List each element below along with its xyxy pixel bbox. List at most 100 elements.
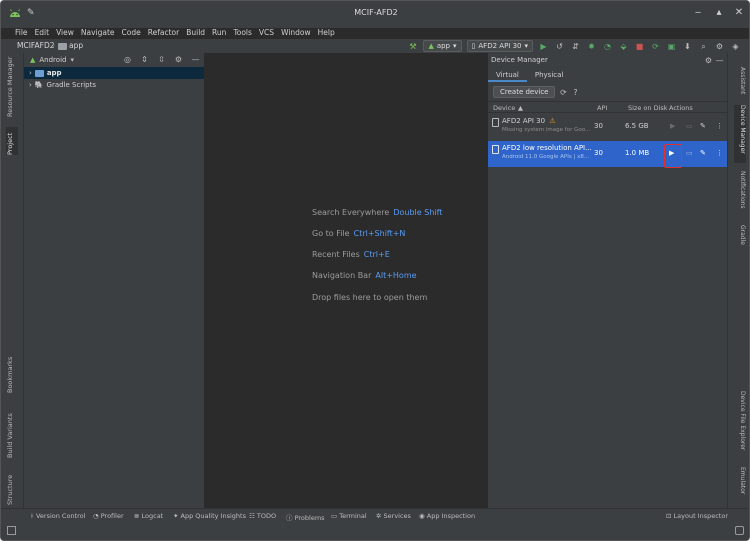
- chevron-right-icon[interactable]: ›: [29, 81, 32, 89]
- hint-text: Search Everywhere: [312, 208, 390, 217]
- device-name: AFD2 low resolution API...: [502, 144, 592, 152]
- project-view-selector[interactable]: Android: [39, 56, 66, 64]
- help-icon[interactable]: ?: [570, 87, 581, 98]
- tab-structure[interactable]: Structure: [6, 467, 18, 505]
- device-row-selected[interactable]: AFD2 low resolution API... Android 11.0 …: [488, 141, 727, 168]
- run-config-combo[interactable]: ▲ app ▾: [423, 40, 462, 52]
- expand-all-icon[interactable]: ⇕: [139, 54, 150, 65]
- edit-icon[interactable]: ✎: [700, 122, 706, 130]
- tab-logcat[interactable]: ≣ Logcat: [134, 512, 163, 520]
- more-icon[interactable]: ⋮: [716, 149, 723, 157]
- refresh-icon[interactable]: ⟳: [558, 87, 569, 98]
- folder-icon[interactable]: ▭: [686, 149, 693, 157]
- tab-problems[interactable]: ⓘ Problems: [286, 512, 325, 522]
- tab-app-inspection[interactable]: ◉ App Inspection: [419, 512, 475, 520]
- folder-icon[interactable]: ▭: [686, 122, 693, 130]
- tab-label: App Quality Insights: [180, 512, 246, 520]
- title-bar: ✎ MCIF-AFD2 ‒ ▴ ✕: [1, 1, 749, 28]
- tab-terminal[interactable]: ▭ Terminal: [331, 512, 367, 520]
- device-manager-tabs: Virtual Physical: [488, 68, 571, 82]
- locate-icon[interactable]: ◎: [122, 54, 133, 65]
- profile-icon[interactable]: ◔: [602, 41, 613, 52]
- hammer-icon[interactable]: ⚒: [407, 41, 418, 52]
- tab-physical[interactable]: Physical: [527, 68, 571, 82]
- stop-icon[interactable]: ■: [634, 41, 645, 52]
- chevron-down-icon[interactable]: ▾: [70, 56, 74, 64]
- tab-label: Layout Inspector: [673, 512, 728, 520]
- tab-label: Profiler: [100, 512, 124, 520]
- column-api[interactable]: API: [597, 104, 607, 112]
- tab-label: Services: [383, 512, 411, 520]
- gear-icon[interactable]: ⚙: [703, 55, 714, 66]
- debug-icon[interactable]: ✹: [586, 41, 597, 52]
- tab-services[interactable]: ✲ Services: [376, 512, 411, 520]
- android-studio-icon[interactable]: ◈: [730, 41, 741, 52]
- device-subtitle: Missing system image for Goo...: [502, 127, 591, 133]
- apply-code-changes-icon[interactable]: ⇵: [570, 41, 581, 52]
- tab-emulator[interactable]: Emulator: [734, 467, 746, 499]
- sdk-manager-icon[interactable]: ⬇: [682, 41, 693, 52]
- search-icon[interactable]: ⌕: [698, 41, 709, 52]
- tab-profiler[interactable]: ◔ Profiler: [93, 512, 124, 520]
- tab-virtual[interactable]: Virtual: [488, 68, 527, 82]
- status-indicator-icon[interactable]: [735, 526, 744, 535]
- breadcrumb-project[interactable]: MCIFAFD2: [17, 41, 55, 50]
- gear-icon[interactable]: ⚙: [173, 54, 184, 65]
- info-icon: ⓘ: [286, 514, 295, 522]
- device-selector-combo[interactable]: ▯ AFD2 API 30 ▾: [466, 40, 533, 52]
- project-panel: ▲ Android ▾ ◎ ⇕ ⇳ ⚙ — › app › 🐘 Gradle S…: [24, 53, 205, 508]
- device-subtitle: Android 11.0 Google APIs | x8...: [502, 154, 590, 160]
- edit-icon[interactable]: ✎: [700, 149, 706, 157]
- hint-go-to-file: Go to File Ctrl+Shift+N: [312, 229, 405, 238]
- tab-device-manager[interactable]: Device Manager: [734, 105, 746, 163]
- apply-changes-icon[interactable]: ↺: [554, 41, 565, 52]
- tree-item-label: app: [46, 69, 62, 77]
- tab-app-quality-insights[interactable]: ✦ App Quality Insights: [173, 512, 246, 520]
- chevron-down-icon: ▾: [524, 42, 528, 50]
- play-icon[interactable]: ▶: [670, 122, 675, 130]
- minimize-button[interactable]: ‒: [691, 6, 705, 20]
- tab-build-variants[interactable]: Build Variants: [6, 408, 18, 458]
- device-table-header: Device ▲ API Size on Disk Actions: [488, 101, 727, 113]
- editor-area[interactable]: Search Everywhere Double Shift Go to File…: [206, 53, 488, 508]
- tree-item-app[interactable]: › app: [24, 67, 204, 79]
- more-icon[interactable]: ⋮: [716, 122, 723, 130]
- close-button[interactable]: ✕: [732, 6, 746, 20]
- launch-play-icon[interactable]: ▶: [669, 149, 674, 157]
- hide-icon[interactable]: —: [190, 54, 201, 65]
- breadcrumb-module[interactable]: app: [69, 41, 83, 50]
- settings-icon[interactable]: ⚙: [714, 41, 725, 52]
- device-manager-icon[interactable]: ▣: [666, 41, 677, 52]
- column-device[interactable]: Device: [493, 104, 515, 112]
- collapse-all-icon[interactable]: ⇳: [156, 54, 167, 65]
- attach-debugger-icon[interactable]: ⬙: [618, 41, 629, 52]
- chevron-right-icon[interactable]: ›: [29, 69, 32, 77]
- run-icon[interactable]: ▶: [538, 41, 549, 52]
- chevron-down-icon: ▾: [453, 42, 457, 50]
- tab-project[interactable]: Project: [6, 127, 18, 155]
- warning-icon: ⚠: [549, 117, 556, 125]
- sort-ascending-icon[interactable]: ▲: [518, 104, 523, 112]
- maximize-button[interactable]: ▴: [712, 6, 726, 20]
- tab-notifications[interactable]: Notifications: [734, 171, 746, 215]
- column-size[interactable]: Size on Disk: [628, 104, 668, 112]
- sync-gradle-icon[interactable]: ⟳: [650, 41, 661, 52]
- column-actions[interactable]: Actions: [669, 104, 693, 112]
- tab-resource-manager[interactable]: Resource Manager: [6, 57, 18, 117]
- toggle-tool-windows-icon[interactable]: [7, 526, 16, 535]
- hide-icon[interactable]: —: [714, 55, 725, 66]
- tree-item-gradle-scripts[interactable]: › 🐘 Gradle Scripts: [24, 79, 204, 91]
- bottom-tool-bar: ᚼ Version Control ◔ Profiler ≣ Logcat ✦ …: [1, 508, 749, 522]
- hint-text: Navigation Bar: [312, 271, 372, 280]
- tab-version-control[interactable]: ᚼ Version Control: [30, 512, 85, 520]
- tab-todo[interactable]: ☷ TODO: [249, 512, 276, 520]
- tab-layout-inspector[interactable]: ⊡ Layout Inspector: [666, 512, 728, 520]
- tab-gradle[interactable]: Gradle: [734, 225, 746, 251]
- hint-text: Drop files here to open them: [312, 293, 428, 302]
- gradle-icon: 🐘: [34, 81, 44, 89]
- tab-device-file-explorer[interactable]: Device File Explorer: [734, 391, 746, 453]
- tab-assistant[interactable]: Assistant: [734, 67, 746, 97]
- create-device-button[interactable]: Create device: [493, 86, 556, 98]
- device-row[interactable]: AFD2 API 30 ⚠ Missing system image for G…: [488, 114, 727, 140]
- tab-bookmarks[interactable]: Bookmarks: [6, 353, 18, 393]
